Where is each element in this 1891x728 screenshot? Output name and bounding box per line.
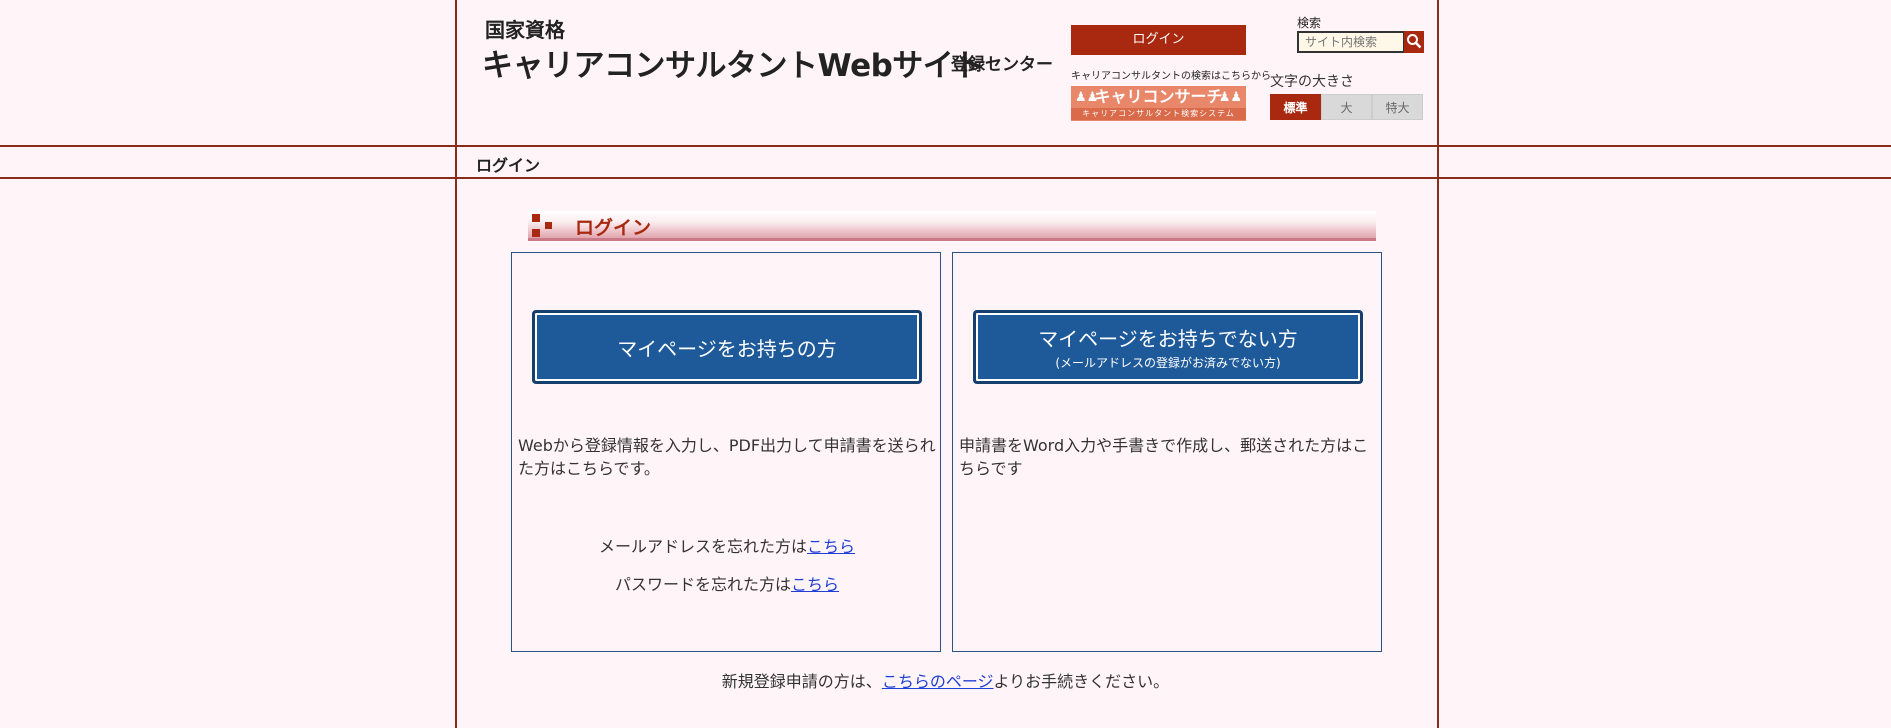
- font-size-switcher: 標準 大 特大: [1270, 94, 1423, 120]
- heading-marker-icon: [532, 214, 540, 222]
- heading-marker-icon: [545, 222, 552, 229]
- people-icon: ♟♟: [1075, 90, 1099, 105]
- career-search-caption: キャリアコンサルタントの検索はこちらから: [1071, 71, 1271, 82]
- new-registration-prefix: 新規登録申請の方は、: [721, 672, 882, 691]
- search-button[interactable]: [1404, 31, 1424, 53]
- has-mypage-button[interactable]: マイページをお持ちの方: [532, 310, 922, 384]
- forgot-email-link[interactable]: こちら: [807, 537, 855, 556]
- header-login-button[interactable]: ログイン: [1071, 25, 1246, 55]
- has-mypage-button-label: マイページをお持ちの方: [617, 336, 837, 361]
- no-mypage-button[interactable]: マイページをお持ちでない方 (メールアドレスの登録がお済みでない方): [973, 310, 1363, 384]
- banner-subtitle: キャリアコンサルタント検索システム: [1071, 108, 1246, 120]
- forgot-email-line: メールアドレスを忘れた方はこちら: [512, 533, 942, 557]
- career-search-banner[interactable]: ♟♟ ♟♟ キャリコンサーチ キャリアコンサルタント検索システム: [1071, 86, 1246, 121]
- forgot-email-text: メールアドレスを忘れた方は: [598, 537, 807, 556]
- forgot-password-line: パスワードを忘れた方はこちら: [512, 571, 942, 595]
- existing-user-panel: マイページをお持ちの方 Webから登録情報を入力し、PDF出力して申請書を送られ…: [511, 252, 941, 652]
- forgot-password-link[interactable]: こちら: [791, 575, 839, 594]
- site-logo-kicker: 国家資格: [485, 18, 565, 42]
- heading-marker-icon: [532, 229, 540, 237]
- font-size-standard-button[interactable]: 標準: [1270, 94, 1321, 120]
- new-user-panel: マイページをお持ちでない方 (メールアドレスの登録がお済みでない方) 申請書をW…: [952, 252, 1382, 652]
- site-logo-subtitle: 登録センター: [951, 55, 1053, 75]
- forgot-password-text: パスワードを忘れた方は: [614, 575, 791, 594]
- existing-user-description: Webから登録情報を入力し、PDF出力して申請書を送られた方はこちらです。: [518, 436, 936, 478]
- search-label: 検索: [1297, 16, 1322, 30]
- new-registration-link[interactable]: こちらのページ: [882, 672, 994, 691]
- font-size-large-button[interactable]: 大: [1321, 94, 1372, 120]
- frame-line-right: [1437, 0, 1439, 728]
- header-divider: [0, 145, 1891, 147]
- new-registration-suffix: よりお手続きください。: [993, 672, 1170, 691]
- breadcrumb-divider: [0, 177, 1891, 179]
- frame-line-left: [455, 0, 457, 728]
- site-search-input[interactable]: [1297, 31, 1405, 53]
- font-size-xlarge-button[interactable]: 特大: [1372, 94, 1423, 120]
- breadcrumb: ログイン: [476, 156, 541, 175]
- people-icon: ♟♟: [1218, 90, 1242, 105]
- section-title: ログイン: [575, 217, 652, 239]
- site-logo-title[interactable]: キャリアコンサルタントWebサイト: [482, 40, 984, 85]
- no-mypage-button-sublabel: (メールアドレスの登録がお済みでない方): [1055, 356, 1281, 370]
- search-icon: [1407, 34, 1422, 49]
- font-size-label: 文字の大きさ: [1270, 74, 1354, 90]
- section-heading-bar: ログイン: [528, 211, 1376, 241]
- new-registration-note: 新規登録申請の方は、こちらのページよりお手続きください。: [0, 668, 1891, 692]
- new-user-description: 申請書をWord入力や手書きで作成し、郵送された方はこちらです: [959, 436, 1369, 478]
- no-mypage-button-label: マイページをお持ちでない方: [1038, 327, 1298, 351]
